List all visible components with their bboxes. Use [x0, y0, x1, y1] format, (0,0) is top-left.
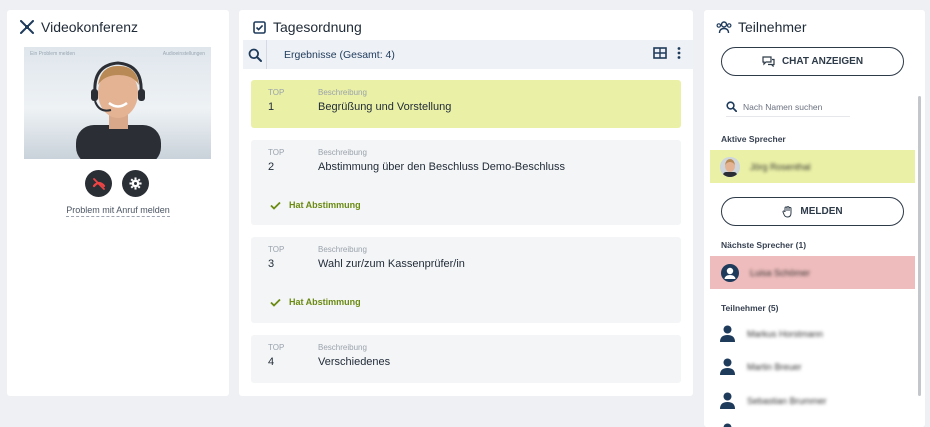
agenda-description: Wahl zur/zum Kassenprüfer/in	[318, 258, 465, 270]
description-label: Beschreibung	[318, 245, 367, 254]
participant-row[interactable]: Martin Breuer	[720, 358, 802, 375]
vote-label: Hat Abstimmung	[289, 297, 361, 307]
video-overlay-audio: Audioeinstellungen	[162, 51, 205, 57]
participants-scrollbar[interactable]	[918, 96, 921, 396]
show-chat-label: CHAT ANZEIGEN	[781, 56, 864, 67]
agenda-item[interactable]: TOP 4 Beschreibung Verschiedenes	[251, 335, 681, 383]
participant-name: Markus Horstmann	[747, 328, 824, 339]
active-speaker-name: Jörg Rosenthal	[750, 161, 811, 172]
agenda-item[interactable]: TOP 3 Beschreibung Wahl zur/zum Kassenprüf…	[251, 237, 681, 323]
vote-label: Hat Abstimmung	[289, 200, 361, 210]
video-panel-header: Videokonferenz	[7, 10, 229, 44]
top-label: TOP	[268, 343, 285, 352]
video-conference-icon	[19, 19, 35, 35]
person-icon	[720, 263, 740, 283]
avatar	[720, 156, 740, 177]
participant-name: Sebastian Brummer	[747, 395, 827, 406]
top-number: 1	[268, 101, 275, 113]
participants-panel-title: Teilnehmer	[738, 19, 807, 35]
top-label: TOP	[268, 148, 285, 157]
video-stream[interactable]: Ein Problem melden Audioeinstellungen	[24, 47, 211, 159]
participant-row[interactable]: Markus Horstmann	[720, 325, 823, 342]
description-label: Beschreibung	[318, 148, 367, 157]
participant-search-input[interactable]: Nach Namen suchen	[726, 97, 850, 117]
person-icon	[723, 423, 732, 427]
active-speaker-row[interactable]: Jörg Rosenthal	[710, 150, 915, 183]
checkbox-icon	[251, 19, 267, 35]
show-chat-button[interactable]: CHAT ANZEIGEN	[721, 47, 904, 76]
participant-video-image	[76, 61, 161, 159]
hand-icon	[782, 205, 792, 218]
vote-indicator: Hat Abstimmung	[270, 297, 664, 307]
top-label: TOP	[268, 88, 285, 97]
settings-button[interactable]	[122, 170, 149, 197]
hangup-icon	[92, 177, 105, 190]
description-label: Beschreibung	[318, 343, 367, 352]
participants-list-label: Teilnehmer (5)	[721, 303, 779, 313]
table-view-icon[interactable]	[653, 46, 667, 64]
chat-icon	[762, 56, 775, 67]
agenda-panel-title: Tagesordnung	[273, 19, 362, 35]
person-icon	[720, 325, 735, 342]
agenda-panel-header: Tagesordnung	[239, 10, 693, 44]
participant-row[interactable]: Sebastian Brummer	[720, 392, 827, 409]
search-placeholder: Nach Namen suchen	[743, 101, 823, 112]
checkmark-icon	[270, 298, 281, 307]
search-icon	[248, 48, 262, 62]
participants-panel-header: Teilnehmer	[704, 10, 925, 44]
next-speaker-row[interactable]: Luisa Schömer	[710, 256, 915, 289]
agenda-search-button[interactable]	[243, 40, 267, 69]
next-speaker-name: Luisa Schömer	[750, 267, 811, 278]
raise-hand-label: MELDEN	[800, 206, 843, 217]
top-number: 3	[268, 258, 275, 270]
video-conference-panel: Videokonferenz Ein Problem melden Audioe…	[7, 10, 229, 396]
top-number: 4	[268, 356, 275, 368]
agenda-description: Verschiedenes	[318, 356, 391, 368]
next-speakers-label: Nächste Sprecher (1)	[721, 240, 807, 250]
agenda-description: Begrüßung und Vorstellung	[318, 101, 452, 113]
hangup-button[interactable]	[85, 170, 112, 197]
video-panel-title: Videokonferenz	[41, 19, 139, 35]
more-options-icon[interactable]	[677, 46, 681, 64]
raise-hand-button[interactable]: MELDEN	[721, 197, 904, 226]
agenda-list: TOP 1 Beschreibung Begrüßung und Vorstellu…	[251, 80, 681, 395]
participant-row[interactable]	[720, 423, 735, 427]
person-icon	[720, 358, 735, 375]
agenda-item[interactable]: TOP 2 Beschreibung Abstimmung über den Bes…	[251, 140, 681, 225]
participant-name: Martin Breuer	[747, 361, 802, 372]
video-overlay-report: Ein Problem melden	[30, 51, 76, 57]
agenda-description: Abstimmung über den Beschluss Demo-Besch…	[318, 161, 566, 173]
agenda-toolbar: Ergebnisse (Gesamt: 4)	[243, 40, 693, 69]
report-call-problem-link[interactable]: Problem mit Anruf melden	[66, 205, 170, 217]
top-number: 2	[268, 161, 275, 173]
description-label: Beschreibung	[318, 88, 367, 97]
top-label: TOP	[268, 245, 285, 254]
search-icon	[726, 101, 737, 112]
participants-panel: Teilnehmer CHAT ANZEIGEN Nach Namen such…	[704, 10, 925, 427]
person-icon	[720, 392, 735, 409]
agenda-panel: Tagesordnung Ergebnisse (Gesamt: 4) TOP 1…	[239, 10, 693, 396]
agenda-item[interactable]: TOP 1 Beschreibung Begrüßung und Vorstellu…	[251, 80, 681, 128]
users-icon	[716, 19, 732, 35]
checkmark-icon	[270, 201, 281, 210]
active-speakers-label: Aktive Sprecher	[721, 134, 786, 144]
results-count: Ergebnisse (Gesamt: 4)	[284, 48, 395, 61]
gear-icon	[129, 177, 142, 190]
vote-indicator: Hat Abstimmung	[270, 200, 664, 210]
